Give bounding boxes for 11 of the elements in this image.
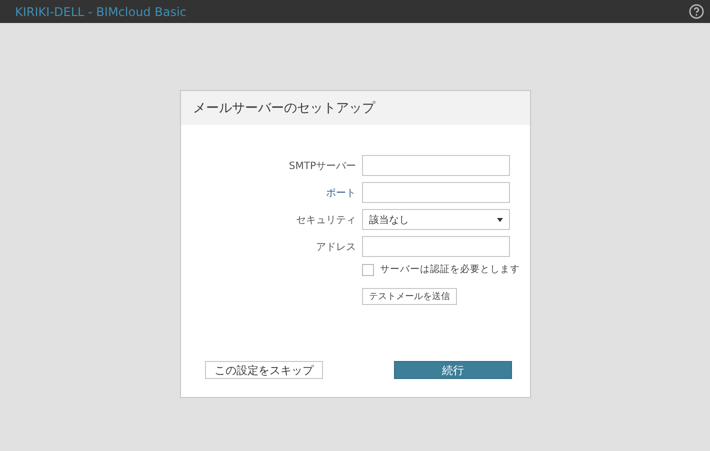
security-select[interactable]: 該当なし — [362, 209, 510, 230]
continue-button[interactable]: 続行 — [394, 361, 512, 379]
field-label: アドレス — [316, 240, 356, 254]
skip-button[interactable]: この設定をスキップ — [205, 361, 323, 379]
dialog-title: メールサーバーのセットアップ — [193, 100, 375, 117]
field-label: SMTPサーバー — [288, 160, 356, 172]
field-label: ポート — [326, 186, 356, 200]
field-label: セキュリティ — [296, 214, 356, 226]
test-mail-button[interactable]: テストメールを送信 — [362, 288, 457, 305]
checkbox-label: サーバーは認証を必要とします — [380, 263, 520, 276]
window-title: KIRIKI-DELL - BIMcloud Basic — [15, 4, 186, 18]
